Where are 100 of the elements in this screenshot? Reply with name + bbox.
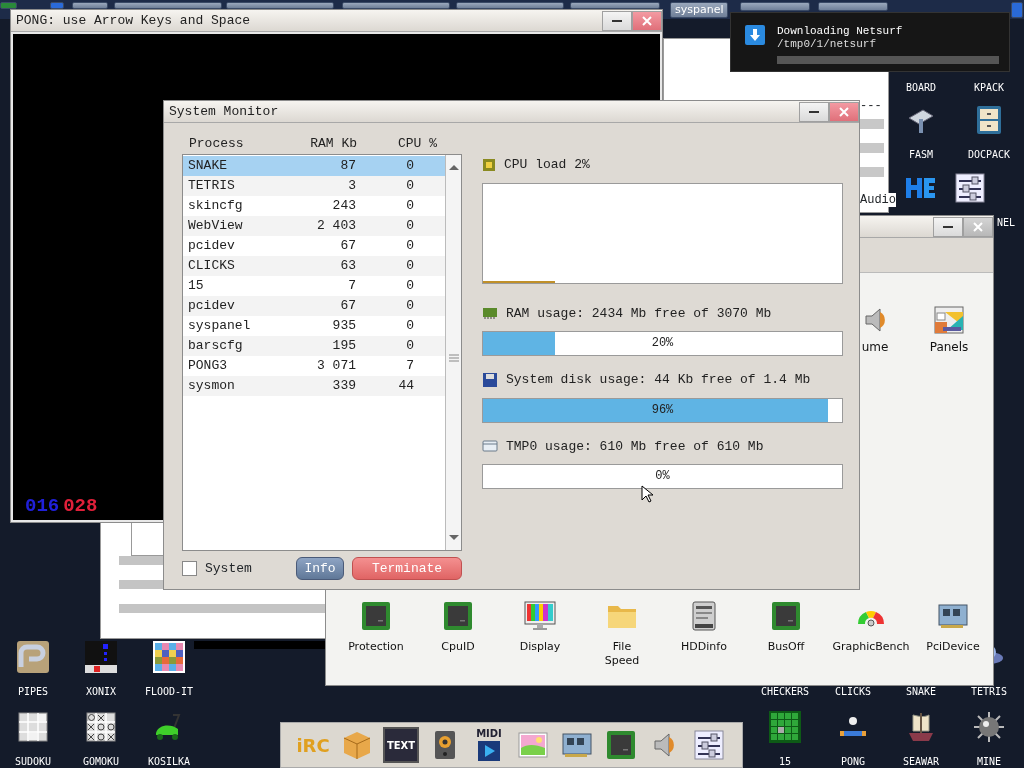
app-launcher[interactable]: Protection xyxy=(335,598,417,669)
system-checkbox[interactable]: System xyxy=(182,558,252,579)
icon-label[interactable]: FLOOD-IT xyxy=(144,684,194,699)
score: 016 xyxy=(25,494,60,519)
color-grid-icon xyxy=(153,641,185,673)
score: 028 xyxy=(63,494,98,519)
app-launcher[interactable]: File Speed xyxy=(581,598,663,669)
close-icon xyxy=(641,14,653,27)
app-launcher[interactable]: PciDevice xyxy=(915,598,991,669)
icon-label[interactable]: SNAKE xyxy=(905,684,937,699)
icon-label[interactable]: CHECKERS xyxy=(760,684,810,699)
mine-icon xyxy=(973,711,1005,743)
sliders-icon xyxy=(954,172,986,204)
process-row[interactable]: syspanel 935 0 xyxy=(183,316,445,336)
text-placeholder xyxy=(860,143,884,153)
app-launcher[interactable]: BusOff xyxy=(745,598,827,669)
icon-label[interactable]: CLICKS xyxy=(834,684,872,699)
icon-label[interactable]: PIPES xyxy=(17,684,49,699)
tic-tac-toe-icon xyxy=(85,711,117,743)
minimize-button[interactable] xyxy=(602,10,632,31)
usage-percent: 0% xyxy=(654,468,671,485)
process-row[interactable]: 15 7 0 xyxy=(183,276,445,296)
process-row[interactable]: TETRIS 3 0 xyxy=(183,176,445,196)
process-row[interactable]: sysmon 339 44 xyxy=(183,376,445,396)
app-launcher[interactable]: GraphicBench xyxy=(827,598,915,669)
table-cell-text: 87 xyxy=(339,157,356,176)
table-cell-text: 195 xyxy=(331,337,356,356)
app-launcher[interactable]: CpuID xyxy=(417,598,499,669)
icon-label[interactable]: XONIX xyxy=(85,684,117,699)
table-cell-text: TETRIS xyxy=(188,177,236,196)
text-placeholder xyxy=(860,167,884,177)
minimize-button[interactable] xyxy=(799,101,829,122)
dock-button[interactable] xyxy=(691,727,727,763)
monitor-icon xyxy=(524,600,556,632)
box-icon xyxy=(341,729,373,761)
icon-label[interactable]: FASM xyxy=(908,147,934,162)
usage-label: RAM usage: 2434 Mb free of 3070 Mb xyxy=(506,304,772,323)
tray-button[interactable] xyxy=(1011,2,1023,18)
table-cell-text: WebView xyxy=(188,217,244,236)
minimize-icon xyxy=(943,225,953,228)
taskbar-button[interactable] xyxy=(72,2,108,9)
dock-button[interactable]: MIDI xyxy=(471,727,507,763)
table-cell-text: 0 xyxy=(405,337,414,356)
table-cell-text: 67 xyxy=(339,237,356,256)
taskbar-button[interactable] xyxy=(342,2,450,9)
image-icon xyxy=(517,729,549,761)
app-label[interactable]: Panels xyxy=(929,338,969,356)
icon-label[interactable]: SEAWAR xyxy=(902,754,940,768)
table-cell-text: 0 xyxy=(405,157,414,176)
taskbar-button[interactable] xyxy=(818,2,888,11)
taskbar-button[interactable] xyxy=(570,2,660,9)
process-row[interactable]: PONG3 3 071 7 xyxy=(183,356,445,376)
table-cell-text: 0 xyxy=(405,237,414,256)
usage-label: System disk usage: 44 Kb free of 1.4 Mb xyxy=(506,371,811,389)
usage-label: TMP0 usage: 610 Mb free of 610 Mb xyxy=(506,437,764,456)
table-cell-text: 67 xyxy=(339,297,356,316)
chip-icon xyxy=(770,600,802,632)
icon-label[interactable]: KPACK xyxy=(973,80,1005,95)
process-row[interactable]: barscfg 195 0 xyxy=(183,336,445,356)
dashed-line: --- xyxy=(860,99,882,113)
taskbar-button[interactable] xyxy=(226,2,334,9)
icon-label[interactable]: 15 xyxy=(778,754,791,768)
taskbar-button[interactable] xyxy=(740,2,810,11)
icon-label[interactable]: KOSILKA xyxy=(147,754,191,768)
icon-label[interactable]: SUDOKU xyxy=(14,754,52,768)
process-row[interactable]: pcidev 67 0 xyxy=(183,296,445,316)
table-cell-text: 0 xyxy=(405,297,414,316)
process-row[interactable]: CLICKS 63 0 xyxy=(183,256,445,276)
taskbar-button[interactable] xyxy=(114,2,222,9)
taskbar-button[interactable] xyxy=(456,2,564,9)
icon-label[interactable]: BOARD xyxy=(905,80,937,95)
minimize-button[interactable] xyxy=(933,216,963,237)
table-cell-text: 7 xyxy=(347,277,356,296)
table-cell-text: 935 xyxy=(331,317,356,336)
process-row[interactable]: SNAKE 87 0 xyxy=(183,156,445,176)
app-launcher[interactable]: Display xyxy=(499,598,581,669)
scrollbar[interactable] xyxy=(445,155,461,550)
pipe-icon xyxy=(17,641,49,673)
icon-label[interactable]: PONG xyxy=(840,754,866,768)
table-cell-text: 7 xyxy=(405,357,414,376)
icon-label[interactable]: GOMOKU xyxy=(82,754,120,768)
dock-button[interactable]: TEXT xyxy=(383,727,419,763)
icon-label[interactable]: NEL xyxy=(997,215,1016,230)
drive-icon xyxy=(482,438,498,455)
app-label[interactable]: ume xyxy=(861,338,889,356)
app-launcher[interactable]: HDDinfo xyxy=(663,598,745,669)
process-row[interactable]: pcidev 67 0 xyxy=(183,236,445,256)
close-icon xyxy=(838,105,850,118)
process-row[interactable]: WebView 2 403 0 xyxy=(183,216,445,236)
start-button[interactable] xyxy=(0,2,17,9)
usage-percent: 20% xyxy=(650,335,675,352)
notification-path: /tmp0/1/netsurf xyxy=(777,38,878,51)
icon-label[interactable]: DOCPACK xyxy=(967,147,1011,162)
table-cell-text: CLICKS xyxy=(188,257,236,276)
chip-icon xyxy=(605,729,637,761)
table-cell-text: barscfg xyxy=(188,337,244,356)
icon-label[interactable]: TETRIS xyxy=(970,684,1008,699)
process-row[interactable]: skincfg 243 0 xyxy=(183,196,445,216)
scroll-grip-icon xyxy=(449,353,459,362)
icon-label[interactable]: MINE xyxy=(976,754,1002,768)
